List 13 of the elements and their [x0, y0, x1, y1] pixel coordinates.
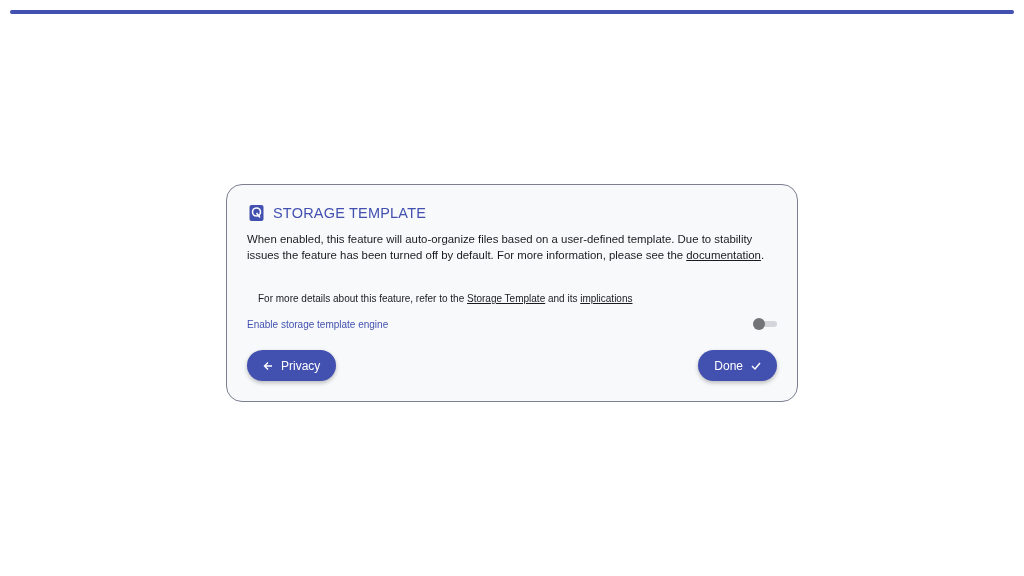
setting-label: Enable storage template engine — [247, 318, 389, 330]
link[interactable]: Storage Template — [467, 293, 546, 304]
details-text: For more details about this feature, refer to the Storage Template and its implications — [258, 293, 634, 304]
link[interactable]: implications — [580, 293, 633, 304]
section-title: STORAGE TEMPLATE — [273, 205, 427, 221]
link[interactable]: documentation — [686, 248, 761, 261]
checkmark-icon — [751, 361, 761, 370]
done-button[interactable]: Done — [698, 350, 777, 381]
arrow-left-icon — [263, 360, 273, 371]
back-button[interactable]: Privacy — [247, 350, 337, 381]
description-text: When enabled, this feature will auto-organize files based on a user-defined template. Due to stability issues the feature has been turned off by default. For more information, please see the documentation. — [247, 232, 766, 263]
hard-drive-icon — [249, 205, 264, 221]
toggle-switch[interactable] — [753, 317, 777, 331]
